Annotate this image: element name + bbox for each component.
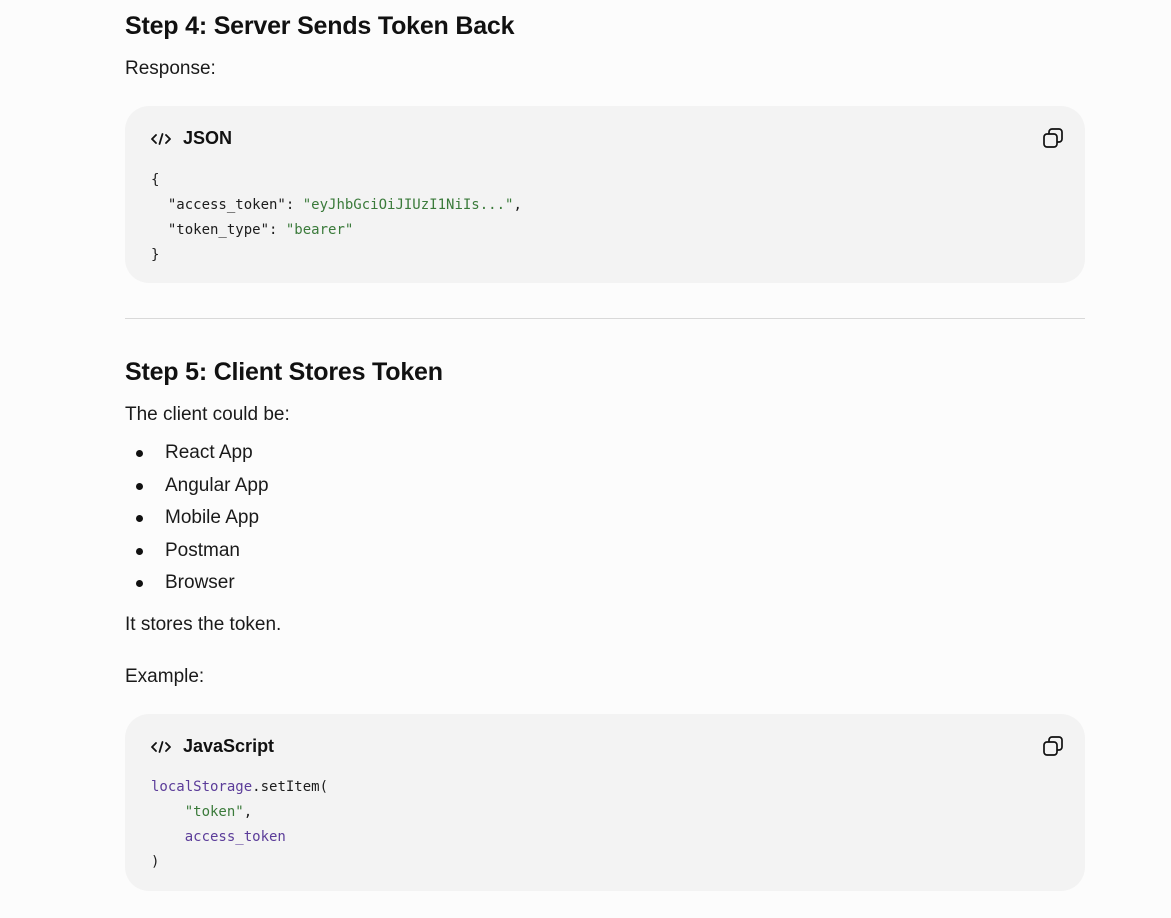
code-content: { "access_token": "eyJhbGciOiJIUzI1NiIs.… [151,172,522,263]
code-key: "access_token" [167,197,286,213]
code-language-label: JSON [183,128,233,148]
list-item: Browser [125,567,269,600]
code-brackets-icon [151,131,171,147]
copy-icon [1043,128,1063,148]
step5-intro: The client could be: [125,404,290,425]
code-block-header: JavaScript [151,736,274,757]
code-line: ) [151,854,160,870]
client-list: React App Angular App Mobile App Postman… [125,437,269,600]
example-label: Example: [125,666,205,687]
code-method: .setItem( [252,779,329,795]
list-item-label: Browser [165,572,235,593]
copy-code-button[interactable] [1041,126,1065,150]
code-content: localStorage.setItem( "token", access_to… [151,779,329,870]
step4-intro: Response: [125,58,216,79]
section-divider [125,318,1085,319]
javascript-code-block: JavaScript localStorage.setItem( "token"… [125,714,1085,891]
code-line: { [151,172,160,188]
bullet-icon [136,547,143,555]
bullet-icon [136,580,143,587]
code-variable: access_token [184,829,286,845]
list-item-label: Angular App [165,474,269,496]
code-string: "eyJhbGciOiJIUzI1NiIs..." [302,197,514,213]
list-item: Angular App [125,470,269,503]
code-block-header: JSON [151,128,232,149]
bullet-icon [136,515,143,522]
list-item-label: Mobile App [165,507,260,528]
code-brackets-icon [151,739,171,755]
code-key: "token_type" [167,222,270,238]
list-item: Mobile App [125,502,269,535]
code-line: } [151,247,160,263]
code-string: "bearer" [285,222,354,238]
list-item-label: React App [165,442,253,463]
code-language-label: JavaScript [183,736,275,756]
copy-code-button[interactable] [1041,734,1065,758]
step5-heading: Step 5: Client Stores Token [125,358,443,386]
code-variable: localStorage [151,779,253,795]
step4-heading: Step 4: Server Sends Token Back [125,12,515,40]
stores-text: It stores the token. [125,614,282,635]
code-string: "token" [184,804,244,820]
list-item: React App [125,437,269,470]
bullet-icon [136,482,143,490]
json-code-block: JSON { "access_token": "eyJhbGciOiJIUzI1… [125,106,1085,283]
list-item: Postman [125,535,269,568]
copy-icon [1043,736,1063,756]
bullet-icon [136,450,143,457]
list-item-label: Postman [165,539,240,561]
